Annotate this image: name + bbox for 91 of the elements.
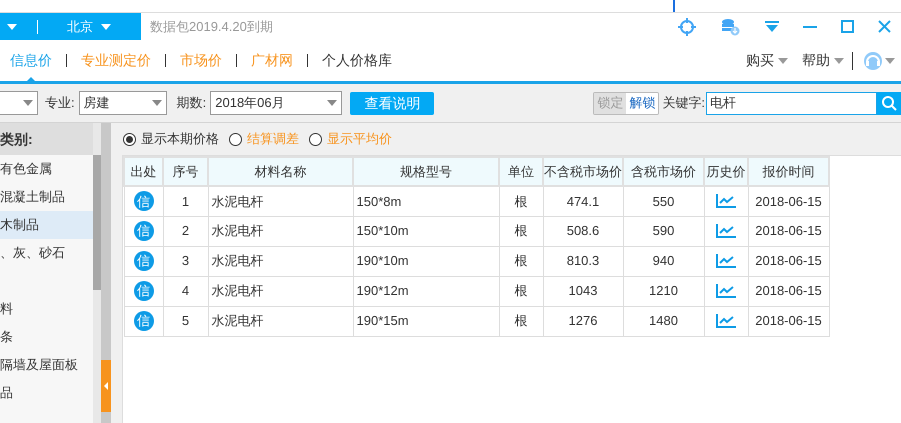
column-header: 不含税市场价 bbox=[543, 157, 623, 186]
category-item[interactable]: 隔墙及屋面板 bbox=[0, 351, 93, 379]
column-header: 含税市场价 bbox=[623, 157, 704, 186]
caret-icon bbox=[327, 100, 338, 106]
left-arrow-icon bbox=[104, 382, 108, 390]
table-cell: 508.6 bbox=[543, 216, 623, 246]
table-cell: 190*12m bbox=[353, 276, 499, 306]
column-header: 出处 bbox=[124, 157, 163, 186]
table-cell: 1480 bbox=[623, 306, 704, 336]
category-item[interactable]: 有色金属 bbox=[0, 155, 93, 183]
table-cell: 2018-06-15 bbox=[748, 306, 829, 336]
caret-icon bbox=[834, 58, 844, 64]
table-cell: 水泥电杆 bbox=[208, 186, 353, 216]
caret-icon bbox=[101, 24, 111, 30]
table-cell: 940 bbox=[623, 246, 704, 276]
table-cell: 2018-06-15 bbox=[748, 186, 829, 216]
keyword-label: 关键字: bbox=[662, 94, 705, 112]
table-cell: 590 bbox=[623, 216, 704, 246]
table-cell: 水泥电杆 bbox=[208, 246, 353, 276]
column-header: 历史价 bbox=[704, 157, 748, 186]
caret-icon bbox=[23, 100, 33, 106]
category-select[interactable] bbox=[0, 91, 38, 115]
column-header: 材料名称 bbox=[208, 157, 353, 186]
table-cell: 根 bbox=[499, 246, 543, 276]
column-header: 报价时间 bbox=[748, 157, 829, 186]
column-header: 单位 bbox=[499, 157, 543, 186]
table-cell: 474.1 bbox=[543, 186, 623, 216]
database-download-icon[interactable] bbox=[721, 18, 741, 36]
maximize-icon[interactable] bbox=[841, 20, 854, 33]
nav-tab[interactable]: 个人价格库 bbox=[322, 38, 392, 82]
column-header: 序号 bbox=[163, 157, 208, 186]
search-button[interactable] bbox=[877, 92, 901, 114]
table-cell: 2018-06-15 bbox=[748, 246, 829, 276]
table-cell: 1043 bbox=[543, 276, 623, 306]
table-cell: 水泥电杆 bbox=[208, 276, 353, 306]
scrollbar-thumb[interactable] bbox=[93, 155, 101, 290]
category-item[interactable]: 、灰、砂石 bbox=[0, 239, 93, 267]
line-chart-icon[interactable] bbox=[716, 194, 736, 208]
table-cell: 1276 bbox=[543, 306, 623, 336]
table-cell: 150*10m bbox=[353, 216, 499, 246]
category-item[interactable]: 混凝土制品 bbox=[0, 183, 93, 211]
support-menu[interactable] bbox=[863, 50, 895, 70]
lock-toggle-button[interactable]: 解锁 bbox=[626, 92, 658, 114]
table-cell: 150*8m bbox=[353, 186, 499, 216]
caret-icon bbox=[152, 100, 162, 106]
major-label: 专业: bbox=[45, 94, 75, 112]
caret-icon bbox=[778, 58, 788, 64]
menu-dropdown[interactable]: 帮助 bbox=[802, 50, 844, 71]
period-label: 期数: bbox=[176, 94, 206, 112]
category-item[interactable]: 料 bbox=[0, 295, 93, 323]
table-cell: 2018-06-15 bbox=[748, 276, 829, 306]
search-icon bbox=[881, 95, 897, 111]
line-chart-icon[interactable] bbox=[716, 314, 736, 328]
line-chart-icon[interactable] bbox=[716, 284, 736, 298]
line-chart-icon[interactable] bbox=[716, 254, 736, 268]
crosshair-icon[interactable] bbox=[677, 16, 697, 36]
sidebar-title: 类别: bbox=[0, 123, 93, 155]
table-cell: 水泥电杆 bbox=[208, 216, 353, 246]
category-item[interactable]: 品 bbox=[0, 379, 93, 407]
major-select[interactable]: 房建 bbox=[78, 91, 167, 115]
table-cell: 根 bbox=[499, 306, 543, 336]
headset-icon bbox=[863, 50, 883, 70]
table-cell: 4 bbox=[163, 276, 208, 306]
caret-icon bbox=[7, 24, 17, 30]
caret-icon bbox=[885, 58, 895, 64]
table-cell: 190*10m bbox=[353, 246, 499, 276]
line-chart-icon[interactable] bbox=[716, 224, 736, 238]
table-cell: 根 bbox=[499, 186, 543, 216]
collapse-handle[interactable] bbox=[101, 360, 111, 412]
table-cell: 水泥电杆 bbox=[208, 306, 353, 336]
expiry-notice: 数据包2019.4.20到期 bbox=[150, 18, 273, 36]
dropdown-menu-icon[interactable] bbox=[765, 20, 779, 32]
table-cell: 2 bbox=[163, 216, 208, 246]
table-cell: 3 bbox=[163, 246, 208, 276]
table-cell: 550 bbox=[623, 186, 704, 216]
column-header: 规格型号 bbox=[353, 157, 499, 186]
menu-dropdown[interactable]: 购买 bbox=[746, 50, 788, 71]
table-cell: 5 bbox=[163, 306, 208, 336]
price-mode-radio[interactable]: 显示本期价格 bbox=[123, 129, 219, 149]
table-cell: 根 bbox=[499, 216, 543, 246]
table-cell: 根 bbox=[499, 276, 543, 306]
keyword-field[interactable]: 电杆 bbox=[706, 92, 877, 114]
period-select[interactable]: 2018年06月 bbox=[210, 91, 342, 115]
table-cell: 1 bbox=[163, 186, 208, 216]
category-item[interactable]: 条 bbox=[0, 323, 93, 351]
close-icon[interactable] bbox=[878, 20, 891, 33]
table-cell: 810.3 bbox=[543, 246, 623, 276]
table-cell: 190*15m bbox=[353, 306, 499, 336]
category-item[interactable]: 木制品 bbox=[0, 211, 93, 239]
table-cell: 1210 bbox=[623, 276, 704, 306]
table-cell: 2018-06-15 bbox=[748, 216, 829, 246]
